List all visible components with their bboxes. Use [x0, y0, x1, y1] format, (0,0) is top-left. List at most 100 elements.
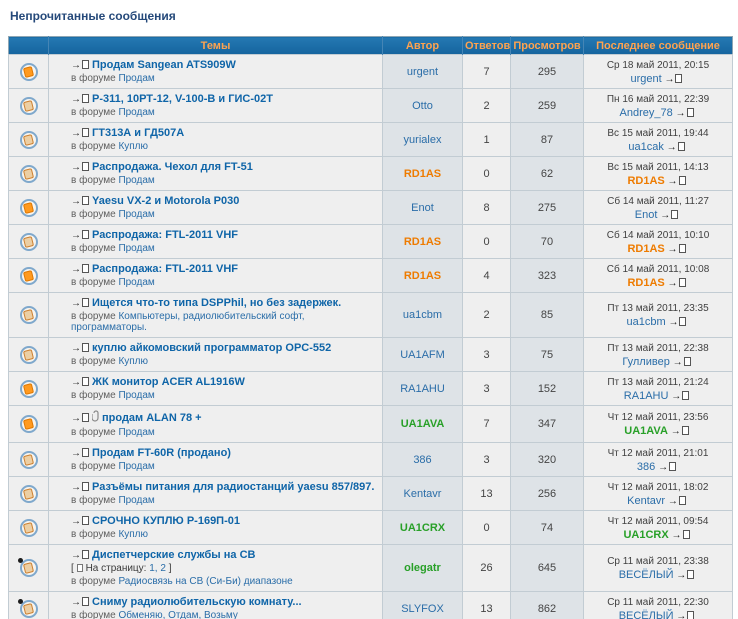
- goto-last-post-icon[interactable]: →: [664, 74, 682, 85]
- goto-last-post-icon[interactable]: →: [671, 391, 689, 402]
- last-poster-link[interactable]: RD1AS: [627, 175, 664, 187]
- topic-title-link[interactable]: Разъёмы питания для радиостанций yaesu 8…: [92, 481, 374, 493]
- goto-latest-post-icon[interactable]: →: [71, 161, 89, 173]
- topic-title-link[interactable]: ЖК монитор ACER AL1916W: [92, 376, 245, 388]
- last-poster-link[interactable]: ua1cbm: [627, 316, 666, 328]
- last-poster-link[interactable]: RA1AHU: [624, 390, 669, 402]
- last-poster-link[interactable]: Enot: [635, 209, 658, 221]
- author-link[interactable]: yurialex: [404, 134, 442, 146]
- goto-latest-post-icon[interactable]: →: [71, 447, 89, 459]
- author-link[interactable]: Enot: [411, 202, 434, 214]
- topic-title-link[interactable]: Продам Sangean ATS909W: [92, 59, 236, 71]
- author-link[interactable]: Kentavr: [404, 488, 442, 500]
- goto-latest-post-icon[interactable]: →: [71, 376, 89, 388]
- forum-link[interactable]: Продам: [118, 495, 154, 506]
- last-poster-link[interactable]: UA1CRX: [623, 529, 668, 541]
- forum-link[interactable]: Продам: [118, 243, 154, 254]
- author-link[interactable]: SLYFOX: [401, 603, 444, 615]
- goto-latest-post-icon[interactable]: →: [71, 93, 89, 105]
- goto-last-post-icon[interactable]: →: [673, 357, 691, 368]
- goto-last-post-icon[interactable]: →: [676, 570, 694, 581]
- author-link[interactable]: UA1CRX: [400, 522, 445, 534]
- author-link[interactable]: olegatr: [404, 562, 441, 574]
- last-poster-link[interactable]: ВЕСЁЛЫЙ: [619, 610, 674, 619]
- last-poster-link[interactable]: Гулливер: [622, 356, 669, 368]
- forum-link[interactable]: Продам: [118, 427, 154, 438]
- author-link[interactable]: RD1AS: [404, 236, 441, 248]
- author-link[interactable]: Otto: [412, 100, 433, 112]
- goto-last-post-icon[interactable]: →: [676, 108, 694, 119]
- last-poster-link[interactable]: ВЕСЁЛЫЙ: [619, 569, 674, 581]
- last-poster-link[interactable]: urgent: [631, 73, 662, 85]
- forum-link[interactable]: Продам: [118, 277, 154, 288]
- goto-last-post-icon[interactable]: →: [668, 244, 686, 255]
- forum-link[interactable]: Продам: [118, 461, 154, 472]
- topic-title-link[interactable]: СРОЧНО КУПЛЮ Р-169П-01: [92, 515, 240, 527]
- goto-last-post-icon[interactable]: →: [658, 462, 676, 473]
- goto-latest-post-icon[interactable]: →: [71, 481, 89, 493]
- topic-title-link[interactable]: Продам FT-60R (продано): [92, 447, 231, 459]
- author-link[interactable]: 386: [413, 454, 431, 466]
- goto-last-post-icon[interactable]: →: [660, 210, 678, 221]
- goto-last-post-icon[interactable]: →: [668, 176, 686, 187]
- last-poster-link[interactable]: UA1AVA: [624, 425, 668, 437]
- goto-last-post-icon[interactable]: →: [676, 611, 694, 619]
- topic-cell: →ГТ313А и ГД507А в форуме Куплю: [49, 123, 383, 157]
- topic-title-link[interactable]: Распродажа: FTL-2011 VHF: [92, 263, 238, 275]
- goto-latest-post-icon[interactable]: →: [71, 263, 89, 275]
- goto-latest-post-icon[interactable]: →: [71, 549, 89, 561]
- last-poster-link[interactable]: RD1AS: [627, 277, 664, 289]
- forum-link[interactable]: Куплю: [118, 356, 148, 367]
- goto-latest-post-icon[interactable]: →: [71, 59, 89, 71]
- author-link[interactable]: ua1cbm: [403, 309, 442, 321]
- goto-latest-post-icon[interactable]: →: [71, 342, 89, 354]
- goto-last-post-icon[interactable]: →: [668, 317, 686, 328]
- topic-title-link[interactable]: куплю айкомовский программатор OPC-552: [92, 342, 331, 354]
- forum-link[interactable]: Продам: [118, 390, 154, 401]
- topic-cell: →ЖК монитор ACER AL1916W в форуме Продам: [49, 372, 383, 406]
- goto-last-post-icon[interactable]: →: [668, 278, 686, 289]
- goto-latest-post-icon[interactable]: →: [71, 127, 89, 139]
- author-link[interactable]: RD1AS: [404, 168, 441, 180]
- author-link[interactable]: RA1AHU: [400, 383, 445, 395]
- forum-link[interactable]: Куплю: [118, 141, 148, 152]
- topic-title-link[interactable]: Диспетчерские службы на СВ: [92, 549, 255, 561]
- last-poster-link[interactable]: Andrey_78: [620, 107, 673, 119]
- topic-title-link[interactable]: ГТ313А и ГД507А: [92, 127, 184, 139]
- goto-latest-post-icon[interactable]: →: [71, 195, 89, 207]
- forum-link[interactable]: Обменяю, Отдам, Возьму: [118, 610, 237, 619]
- goto-last-post-icon[interactable]: →: [667, 142, 685, 153]
- topic-title-link[interactable]: Сниму радиолюбительскую комнату...: [92, 596, 302, 608]
- last-post-date: Пт 13 май 2011, 22:38: [588, 342, 728, 355]
- author-link[interactable]: UA1AFM: [400, 349, 445, 361]
- goto-last-post-icon[interactable]: →: [671, 426, 689, 437]
- forum-link[interactable]: Продам: [118, 209, 154, 220]
- goto-last-post-icon[interactable]: →: [672, 530, 690, 541]
- topic-title-link[interactable]: Распродажа: FTL-2011 VHF: [92, 229, 238, 241]
- page-links[interactable]: 1, 2: [149, 563, 166, 574]
- last-post-cell: Ср 11 май 2011, 23:38 ВЕСЁЛЫЙ →: [584, 545, 733, 592]
- goto-latest-post-icon[interactable]: →: [71, 596, 89, 608]
- last-poster-link[interactable]: Kentavr: [627, 495, 665, 507]
- forum-link[interactable]: Радиосвязь на СВ (Си-Би) диапазоне: [118, 576, 292, 587]
- last-poster-link[interactable]: 386: [637, 461, 655, 473]
- author-link[interactable]: RD1AS: [404, 270, 441, 282]
- author-link[interactable]: UA1AVA: [401, 418, 445, 430]
- topic-title-link[interactable]: Yaesu VX-2 и Motorola P030: [92, 195, 239, 207]
- forum-link[interactable]: Куплю: [118, 529, 148, 540]
- topic-title-link[interactable]: Ищется что-то типа DSPPhil, но без задер…: [92, 297, 341, 309]
- last-poster-link[interactable]: RD1AS: [627, 243, 664, 255]
- forum-link[interactable]: Продам: [118, 175, 154, 186]
- last-poster-link[interactable]: ua1cak: [628, 141, 663, 153]
- forum-link[interactable]: Продам: [118, 107, 154, 118]
- topic-title-link[interactable]: Р-311, 10РТ-12, V-100-В и ГИС-02Т: [92, 93, 273, 105]
- topic-title-link[interactable]: продам ALAN 78 +: [102, 412, 202, 424]
- topic-title-link[interactable]: Распродажа. Чехол для FT-51: [92, 161, 253, 173]
- goto-last-post-icon[interactable]: →: [668, 496, 686, 507]
- goto-latest-post-icon[interactable]: →: [71, 412, 89, 424]
- goto-latest-post-icon[interactable]: →: [71, 515, 89, 527]
- author-link[interactable]: urgent: [407, 66, 438, 78]
- goto-latest-post-icon[interactable]: →: [71, 297, 89, 309]
- goto-latest-post-icon[interactable]: →: [71, 229, 89, 241]
- forum-link[interactable]: Продам: [118, 73, 154, 84]
